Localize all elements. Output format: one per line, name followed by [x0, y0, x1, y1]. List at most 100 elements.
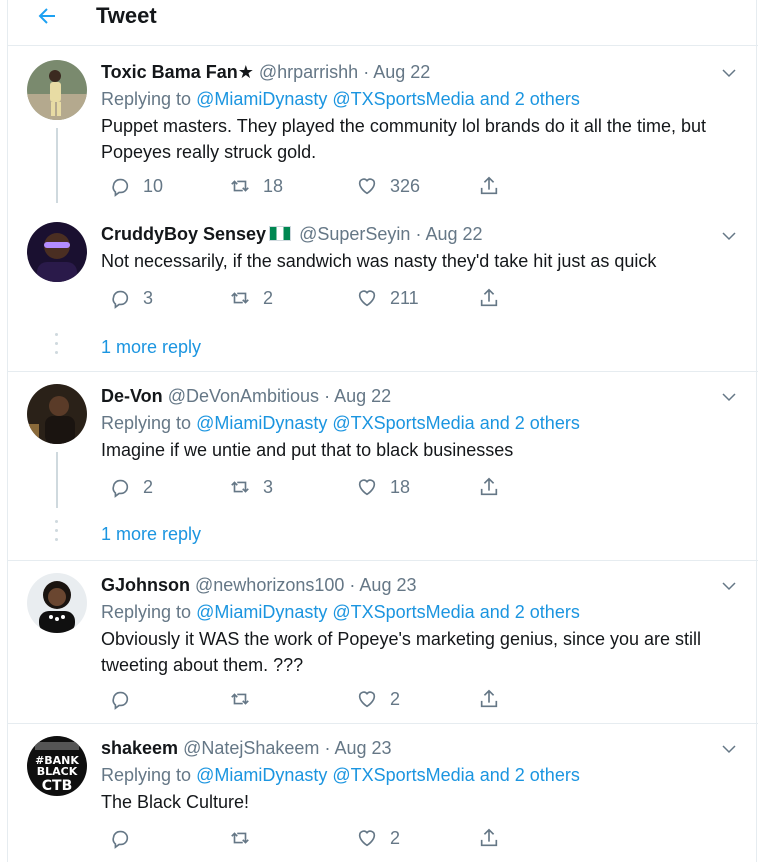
tweet[interactable]: #BANK BLACK CTB shakeem @NatejShakeem · …	[8, 724, 758, 862]
thread-line	[56, 452, 58, 508]
replying-users-link[interactable]: @MiamiDynasty @TXSportsMedia	[196, 765, 475, 785]
avatar[interactable]	[27, 222, 87, 282]
retweet-button[interactable]: 2	[229, 286, 273, 310]
replying-users-link[interactable]: @MiamiDynasty @TXSportsMedia	[196, 89, 475, 109]
separator-dot: ·	[415, 224, 422, 244]
tweet[interactable]: GJohnson @newhorizons100 · Aug 23 Replyi…	[8, 561, 758, 723]
handle[interactable]: @newhorizons100	[195, 575, 344, 595]
tweet-date[interactable]: Aug 23	[334, 738, 391, 758]
handle[interactable]: @DeVonAmbitious	[168, 386, 319, 406]
replying-others-link[interactable]: 2 others	[515, 765, 580, 785]
retweet-button[interactable]	[229, 826, 263, 850]
retweet-count: 2	[263, 287, 274, 308]
replying-others-link[interactable]: 2 others	[515, 602, 580, 622]
display-name[interactable]: De-Von	[101, 386, 163, 406]
arrow-left-icon[interactable]	[35, 4, 59, 28]
reply-button[interactable]: 2	[109, 475, 153, 499]
reply-button[interactable]: 10	[109, 174, 163, 198]
tweet-text: Obviously it WAS the work of Popeye's ma…	[101, 629, 702, 675]
chevron-down-icon[interactable]	[720, 740, 738, 758]
share-button[interactable]	[478, 286, 500, 310]
avatar-text: CTB	[42, 778, 73, 794]
replying-to: Replying to @MiamiDynasty @TXSportsMedia…	[101, 89, 580, 110]
nigeria-flag-icon	[269, 226, 292, 241]
retweet-icon	[231, 292, 249, 304]
tweet-header: De-Von @DeVonAmbitious · Aug 22	[101, 386, 391, 407]
separator-dot: ·	[324, 738, 331, 758]
show-more-replies-link[interactable]: 1 more reply	[101, 337, 201, 358]
retweet-button[interactable]: 18	[229, 174, 283, 198]
replying-label: Replying to	[101, 89, 192, 109]
avatar[interactable]	[27, 60, 87, 120]
replying-to: Replying to @MiamiDynasty @TXSportsMedia…	[101, 413, 580, 434]
retweet-button[interactable]: 3	[229, 475, 273, 499]
tweet[interactable]: Toxic Bama Fan★ @hrparrishh · Aug 22 Rep…	[8, 48, 758, 203]
tweet[interactable]: CruddyBoy Sensey @SuperSeyin · Aug 22 No…	[8, 203, 758, 370]
tweet-text: Not necessarily, if the sandwich was nas…	[101, 251, 657, 271]
tweet-header: CruddyBoy Sensey @SuperSeyin · Aug 22	[101, 224, 483, 245]
display-name[interactable]: Toxic Bama Fan★	[101, 62, 254, 82]
tweet-header: Toxic Bama Fan★ @hrparrishh · Aug 22	[101, 62, 430, 83]
avatar[interactable]: #BANK BLACK CTB	[27, 736, 87, 796]
replying-users-link[interactable]: @MiamiDynasty @TXSportsMedia	[196, 602, 475, 622]
replying-and: and	[479, 602, 510, 622]
tweet-header: GJohnson @newhorizons100 · Aug 23	[101, 575, 416, 596]
handle[interactable]: @SuperSeyin	[299, 224, 410, 244]
reply-icon	[112, 830, 129, 849]
chevron-down-icon[interactable]	[720, 388, 738, 406]
handle[interactable]: @NatejShakeem	[183, 738, 319, 758]
avatar[interactable]	[27, 384, 87, 444]
tweet-date[interactable]: Aug 22	[425, 224, 482, 244]
retweet-icon	[231, 832, 249, 844]
like-button[interactable]: 2	[356, 687, 400, 711]
share-button[interactable]	[478, 687, 500, 711]
retweet-button[interactable]	[229, 687, 263, 711]
handle[interactable]: @hrparrishh	[259, 62, 358, 82]
replying-others-link[interactable]: 2 others	[515, 413, 580, 433]
reply-button[interactable]: 3	[109, 286, 153, 310]
timeline-column: Tweet Toxic Bama Fan★ @hrparrishh · Aug …	[7, 0, 758, 862]
replying-to: Replying to @MiamiDynasty @TXSportsMedia…	[101, 765, 580, 786]
display-name[interactable]: GJohnson	[101, 575, 190, 595]
like-button[interactable]: 211	[356, 286, 419, 310]
replying-and: and	[479, 765, 510, 785]
reply-count: 2	[143, 476, 154, 497]
tweet-date[interactable]: Aug 23	[359, 575, 416, 595]
share-button[interactable]	[478, 826, 500, 850]
replying-and: and	[479, 89, 510, 109]
chevron-down-icon[interactable]	[720, 577, 738, 595]
thread-line	[56, 128, 58, 203]
reply-button[interactable]	[109, 687, 143, 711]
reply-button[interactable]	[109, 826, 143, 850]
like-button[interactable]: 326	[356, 174, 420, 198]
like-button[interactable]: 18	[356, 475, 410, 499]
like-count: 2	[390, 827, 401, 848]
replying-label: Replying to	[101, 413, 192, 433]
heart-icon	[358, 691, 376, 708]
avatar[interactable]	[27, 573, 87, 633]
retweet-icon	[231, 693, 249, 705]
tweet[interactable]: De-Von @DeVonAmbitious · Aug 22 Replying…	[8, 372, 758, 559]
show-more-replies-link[interactable]: 1 more reply	[101, 524, 201, 545]
heart-icon	[358, 178, 376, 195]
like-count: 211	[390, 287, 419, 308]
replying-others-link[interactable]: 2 others	[515, 89, 580, 109]
page-header: Tweet	[8, 0, 758, 46]
reply-count: 3	[143, 287, 154, 308]
share-icon	[480, 176, 498, 195]
display-name[interactable]: CruddyBoy Sensey	[101, 224, 266, 244]
display-name[interactable]: shakeem	[101, 738, 178, 758]
tweet-date[interactable]: Aug 22	[334, 386, 391, 406]
like-count: 18	[390, 476, 411, 497]
chevron-down-icon[interactable]	[720, 64, 738, 82]
tweet-actions: 2	[101, 826, 521, 850]
replying-users-link[interactable]: @MiamiDynasty @TXSportsMedia	[196, 413, 475, 433]
replying-and: and	[479, 413, 510, 433]
share-icon	[480, 288, 498, 307]
tweet-actions: 2 3 18	[101, 475, 521, 499]
share-button[interactable]	[478, 174, 500, 198]
tweet-date[interactable]: Aug 22	[373, 62, 430, 82]
chevron-down-icon[interactable]	[720, 227, 738, 245]
share-button[interactable]	[478, 475, 500, 499]
like-button[interactable]: 2	[356, 826, 400, 850]
